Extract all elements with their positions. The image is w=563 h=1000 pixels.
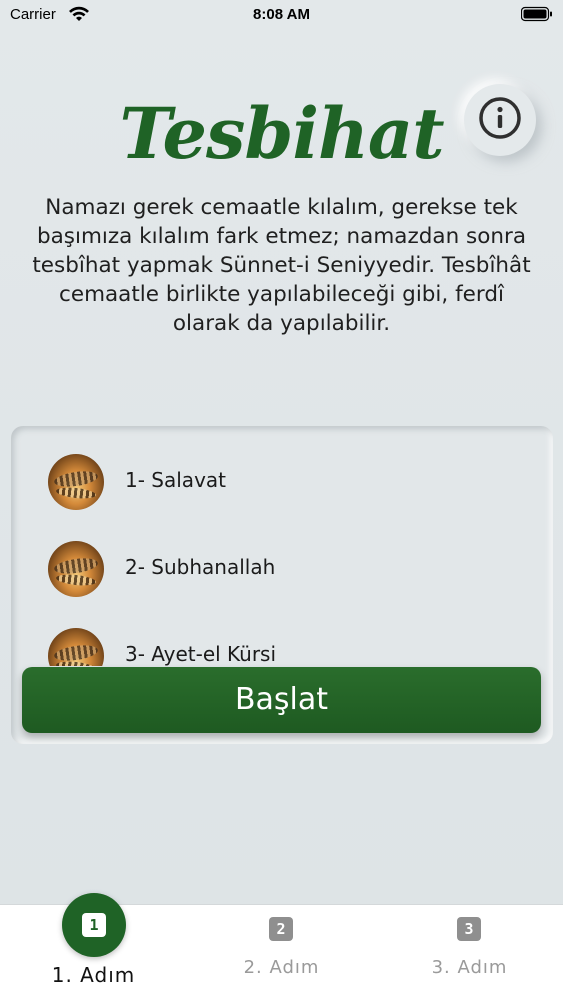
tab-label: 1. Adım [51, 963, 136, 987]
list-item-label: 3- Ayet-el Kürsi [125, 642, 277, 666]
step-3-icon: 3 [457, 917, 481, 941]
info-button[interactable] [464, 84, 536, 156]
status-bar: Carrier 8:08 AM [0, 0, 563, 30]
list-item-ayet-el-kursi[interactable]: 3- Ayet-el Kürsi [11, 628, 553, 666]
tab-step-2[interactable]: 2 2. Adım [188, 905, 375, 1000]
tab-bar: 1 1. Adım 2 2. Adım 3 3. Adım [0, 893, 563, 1000]
battery-icon [520, 6, 553, 22]
tesbihat-card: 1- Salavat 2- Subhanallah 3- Ayet-el Kür… [11, 426, 553, 744]
prayer-beads-thumbnail [48, 628, 104, 666]
start-button[interactable]: Başlat [22, 667, 541, 733]
tab-step-3[interactable]: 3 3. Adım [376, 905, 563, 1000]
step-2-icon: 2 [269, 917, 293, 941]
tesbihat-list[interactable]: 1- Salavat 2- Subhanallah 3- Ayet-el Kür… [11, 426, 553, 666]
prayer-beads-thumbnail [48, 541, 104, 597]
tab-step-1[interactable]: 1 1. Adım [0, 893, 187, 1000]
tab-label: 3. Adım [431, 957, 508, 978]
info-icon [477, 95, 523, 145]
list-item-subhanallah[interactable]: 2- Subhanallah [11, 541, 553, 601]
prayer-beads-thumbnail [48, 454, 104, 510]
description-text: Namazı gerek cemaatle kılalım, gerekse t… [32, 195, 531, 336]
status-time: 8:08 AM [253, 6, 310, 23]
list-item-salavat[interactable]: 1- Salavat [11, 454, 553, 514]
list-item-label: 2- Subhanallah [125, 555, 276, 579]
list-item-label: 1- Salavat [125, 468, 226, 492]
screen: Carrier 8:08 AM Tesbihat Namazı gerek ce… [0, 0, 563, 1000]
step-1-icon: 1 [82, 913, 106, 937]
tab-active-indicator: 1 [62, 893, 126, 957]
tab-label: 2. Adım [243, 957, 320, 978]
